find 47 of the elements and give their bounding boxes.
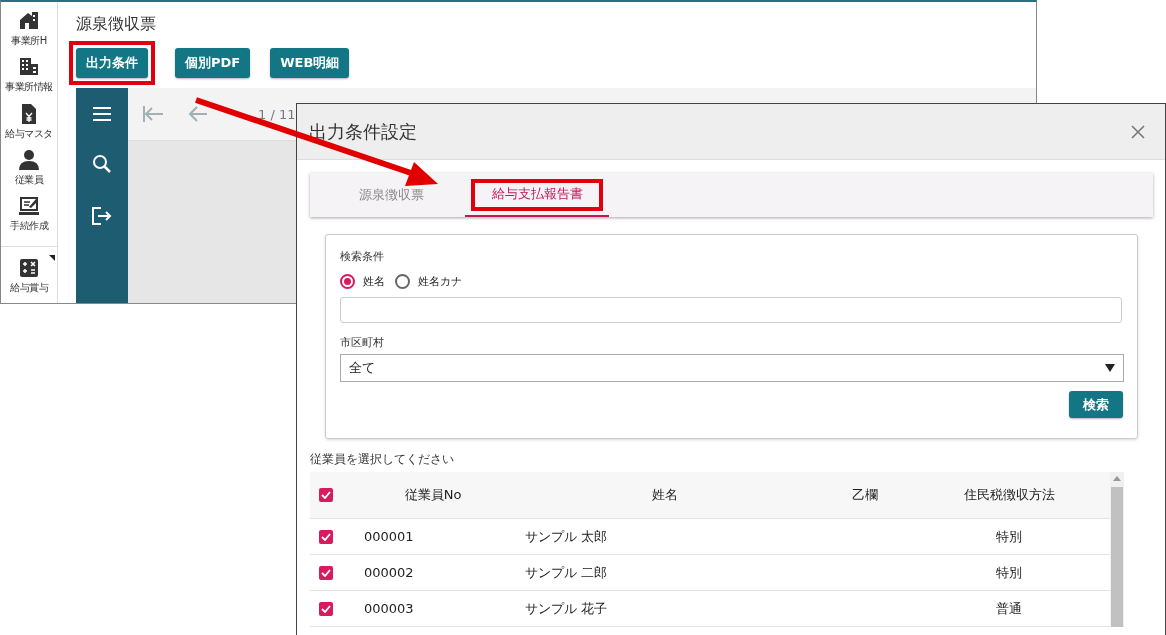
checkbox[interactable] (319, 488, 333, 502)
column-header: 従業員No (403, 486, 463, 504)
corner-marker-icon (49, 254, 55, 261)
tab[interactable]: 給与支払報告書 (465, 173, 609, 217)
radio-option[interactable]: 姓名カナ (395, 274, 462, 289)
search-button[interactable]: 検索 (1069, 391, 1123, 418)
instruction-text: 従業員を選択してください (310, 451, 455, 468)
building-house-icon (18, 10, 40, 32)
radio-option[interactable]: 姓名 (340, 274, 385, 289)
table-cell-text: サンプル 花子 (524, 599, 609, 618)
table-cell-text: 普通 (995, 599, 1023, 618)
sidebar-item[interactable]: 事業所H (1, 10, 57, 57)
checkbox[interactable] (319, 565, 333, 580)
exit-icon[interactable] (91, 206, 113, 226)
page-title: 源泉徴収票 (76, 14, 157, 35)
toolbar-button[interactable]: 個別PDF (175, 48, 251, 78)
table-cell-text: サンプル 太郎 (524, 527, 609, 546)
table-cell-text: 特別 (995, 563, 1023, 582)
column-header: 姓名 (651, 486, 679, 504)
table-cell-text: 000001 (363, 529, 415, 544)
field-label: 市区町村 (340, 335, 385, 350)
table-cell-text: サンプル 二郎 (524, 563, 609, 582)
menu-icon[interactable] (92, 106, 112, 122)
laptop-pen-icon (18, 195, 40, 218)
table-cell-text: 000002 (363, 565, 415, 580)
column-header: 住民税徴収方法 (962, 486, 1056, 504)
close-icon[interactable] (1131, 124, 1145, 139)
calculator-icon (18, 256, 40, 279)
sidebar-item[interactable]: 従業員 (1, 149, 57, 196)
sidebar-item[interactable]: 給与マスタ (1, 102, 57, 149)
dropdown-caret-icon (1105, 364, 1115, 372)
table-cell-text: 000003 (363, 601, 415, 616)
toolbar-button[interactable]: 出力条件 (76, 48, 148, 78)
search-icon[interactable] (92, 154, 112, 174)
checkbox[interactable] (319, 601, 333, 616)
page-counter: 1 / 11 (258, 106, 296, 122)
checkbox[interactable] (319, 529, 333, 544)
person-icon (18, 149, 40, 171)
toolbar-button[interactable]: WEB明細 (270, 48, 350, 78)
section-label: 検索条件 (340, 249, 385, 264)
column-header: 乙欄 (851, 486, 879, 504)
scroll-up-icon (1113, 476, 1121, 481)
sidebar-item[interactable]: 手続作成 (1, 195, 57, 242)
city-dropdown[interactable]: 全て (340, 354, 1124, 382)
scrollbar-thumb[interactable] (1111, 487, 1123, 627)
sidebar-item[interactable]: 事業所情報 (1, 56, 57, 103)
table-cell-text: 特別 (995, 527, 1023, 546)
